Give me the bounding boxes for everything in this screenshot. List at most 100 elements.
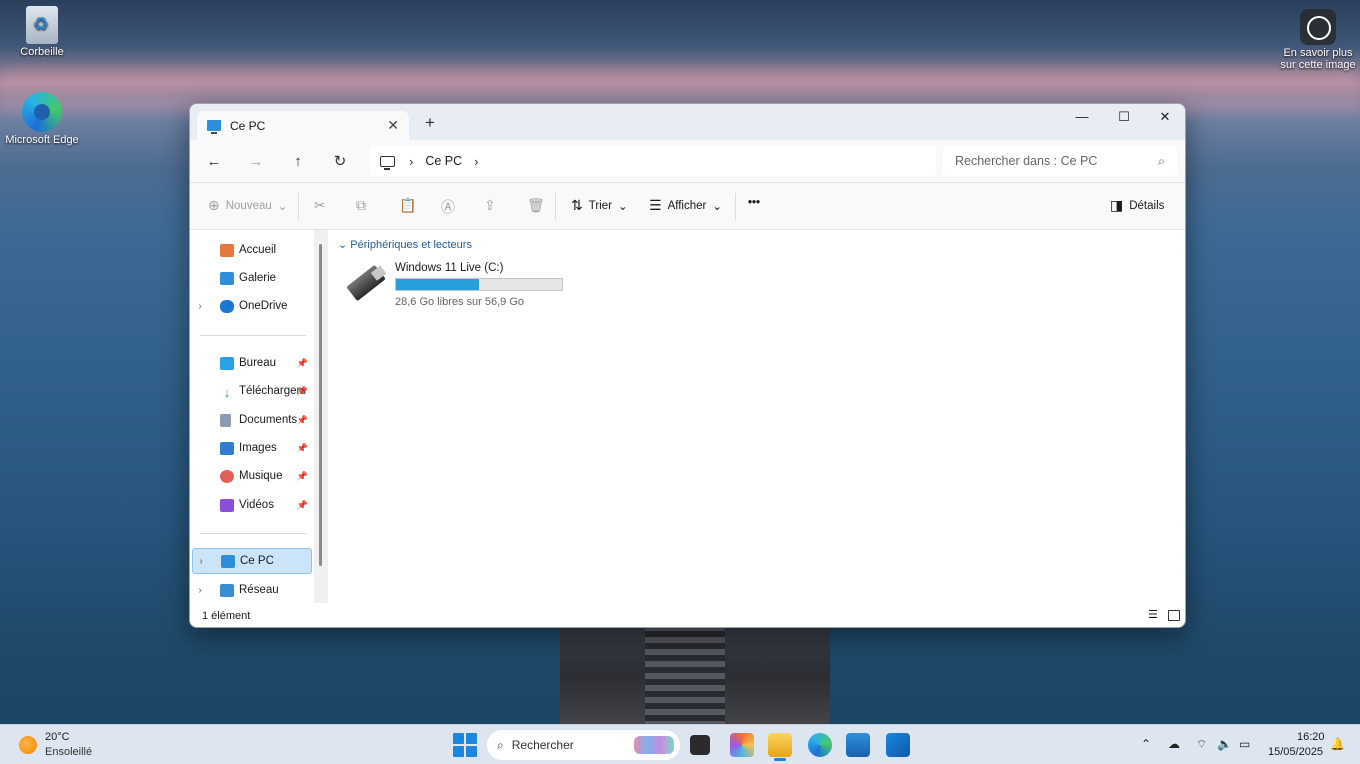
chevron-right-icon[interactable]: › [193,556,209,567]
taskbar: 20°C Ensoleillé ⌕ Rechercher ⌃ ☁ ⌔ 🔈 ▭ 1… [0,724,1360,764]
delete-icon[interactable]: 🗑 [527,197,545,214]
desktop-icon-label: En savoir plus sur cette image [1280,47,1356,71]
chevron-right-icon[interactable]: › [409,154,413,169]
chevron-right-icon[interactable]: › [192,301,208,312]
wifi-icon[interactable]: ⌔ [1196,737,1207,752]
view-icon: ☰ [649,197,662,213]
back-button[interactable]: ← [193,153,235,170]
network-icon [220,583,234,597]
tab-close-icon[interactable]: ✕ [387,117,399,134]
details-button[interactable]: ◨ Détails [1110,197,1164,214]
clock-time[interactable]: 16:20 [1297,731,1325,743]
weather-description[interactable]: Ensoleillé [45,746,92,758]
sidebar-item-reseau[interactable]: › Réseau [192,577,312,603]
title-bar: Ce PC ✕ + — ☐ ✕ [190,104,1185,140]
pin-icon[interactable]: 📌 [297,471,308,482]
tiles-view-icon[interactable] [1168,610,1180,621]
desktop-icon-learn-more[interactable]: En savoir plus sur cette image [1276,9,1360,71]
sidebar-item-videos[interactable]: Vidéos 📌 [192,492,312,518]
notification-icon[interactable]: 🔔 [1330,737,1345,751]
camera-info-icon [1300,9,1336,45]
pc-icon [221,554,235,568]
chevron-right-icon[interactable]: › [192,585,208,596]
images-icon [220,441,234,455]
view-label: Afficher [667,199,707,212]
maximize-button[interactable]: ☐ [1103,109,1145,125]
new-tab-button[interactable]: + [425,113,435,133]
drive-usage-bar [395,278,563,291]
navigation-pane: Accueil Galerie › OneDrive Bureau 📌 ↓ Té… [190,230,314,603]
forward-button[interactable]: → [235,153,277,170]
new-button[interactable]: ⊕ Nouveau ⌄ [208,197,287,214]
drive-item[interactable]: Windows 11 Live (C:) 28,6 Go libres sur … [346,260,588,308]
refresh-button[interactable]: ↻ [319,152,361,170]
cut-icon[interactable]: ✂ [314,197,326,214]
minimize-button[interactable]: — [1061,109,1103,124]
close-button[interactable]: ✕ [1144,109,1185,125]
content-pane: ⌄ Périphériques et lecteurs Windows 11 L… [328,230,1185,603]
store-icon[interactable] [846,733,870,757]
clock-date[interactable]: 15/05/2025 [1268,746,1323,758]
sidebar-divider [200,335,306,336]
up-button[interactable]: ↑ [277,153,319,170]
sort-button[interactable]: ⇅ Trier ⌄ [571,197,628,214]
group-header[interactable]: ⌄ Périphériques et lecteurs [338,238,472,251]
onedrive-icon[interactable]: ☁ [1168,737,1180,751]
drive-usage-fill [396,279,479,290]
file-explorer-icon[interactable] [768,733,792,757]
new-label: Nouveau [225,199,272,212]
battery-icon[interactable]: ▭ [1239,737,1250,751]
pin-icon[interactable]: 📌 [297,386,308,397]
sidebar-item-accueil[interactable]: Accueil [192,237,312,263]
breadcrumb-ce-pc[interactable]: Ce PC [425,154,462,168]
sidebar-item-onedrive[interactable]: › OneDrive [192,293,312,319]
sidebar-item-documents[interactable]: Documents 📌 [192,407,312,433]
chevron-down-icon: ⌄ [712,200,722,213]
view-button[interactable]: ☰ Afficher ⌄ [649,197,722,214]
task-view-icon[interactable] [690,735,710,755]
desktop-icon-edge[interactable]: Microsoft Edge [2,92,82,146]
sidebar-item-label: Documents [239,414,298,426]
sidebar-item-telechargements[interactable]: ↓ Téléchargem 📌 [192,378,312,404]
details-view-icon[interactable]: ☰ [1148,608,1160,621]
outlook-icon[interactable] [886,733,910,757]
rename-icon[interactable]: Ⓐ [441,197,455,217]
weather-temperature[interactable]: 20°C [45,731,70,743]
volume-icon[interactable]: 🔈 [1217,737,1232,751]
pin-icon[interactable]: 📌 [297,443,308,454]
sidebar-scrollbar[interactable] [314,230,328,603]
active-app-indicator [774,758,786,761]
details-pane-icon: ◨ [1110,197,1124,213]
paste-icon[interactable]: 📋 [399,197,416,214]
tab-ce-pc[interactable]: Ce PC ✕ [197,111,409,140]
item-count: 1 élément [202,610,251,622]
taskbar-search[interactable]: ⌕ Rechercher [487,730,680,760]
copy-icon[interactable]: ⧉ [356,197,366,214]
address-bar[interactable]: › Ce PC › [370,146,936,176]
sidebar-item-images[interactable]: Images 📌 [192,435,312,461]
chevron-right-icon[interactable]: › [474,154,478,169]
start-button[interactable] [453,733,477,757]
pin-icon[interactable]: 📌 [297,358,308,369]
sidebar-item-label: Galerie [239,272,277,284]
sidebar-item-galerie[interactable]: Galerie [192,265,312,291]
edge-icon[interactable] [808,733,832,757]
drive-free-space: 28,6 Go libres sur 56,9 Go [395,296,525,308]
desktop-icon-recycle-bin[interactable]: Corbeille [2,6,82,58]
chevron-up-icon[interactable]: ⌃ [1141,737,1151,751]
share-icon[interactable]: ⇪ [484,197,496,214]
more-options-button[interactable]: ••• [748,197,760,209]
sidebar-item-ce-pc[interactable]: › Ce PC [192,548,312,574]
edge-icon [22,92,62,132]
pin-icon[interactable]: 📌 [297,500,308,511]
separator [298,193,299,221]
weather-sun-icon[interactable] [19,736,37,754]
sidebar-item-bureau[interactable]: Bureau 📌 [192,350,312,376]
sidebar-item-label: Réseau [239,584,279,596]
pc-outline-icon [380,155,395,170]
search-input[interactable]: Rechercher dans : Ce PC ⌕ [943,146,1177,176]
pier-background [560,625,830,725]
pin-icon[interactable]: 📌 [297,415,308,426]
sidebar-item-musique[interactable]: Musique 📌 [192,463,312,489]
copilot-icon[interactable] [730,733,754,757]
